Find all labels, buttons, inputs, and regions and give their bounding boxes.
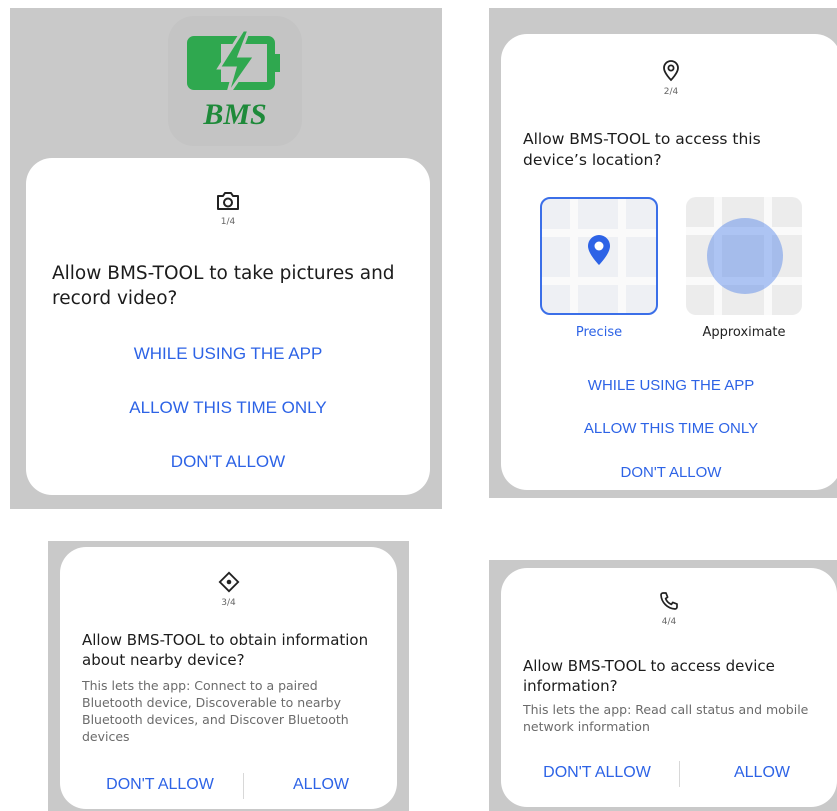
while-using-app-button[interactable]: WHILE USING THE APP [501, 377, 837, 394]
step-indicator: 2/4 [663, 87, 679, 97]
precise-label: Precise [575, 325, 623, 340]
dialog-header: 3/4 [60, 571, 397, 608]
app-logo-text: BMS [203, 98, 267, 131]
approximate-location-option[interactable] [686, 197, 802, 315]
allow-this-time-only-button[interactable]: ALLOW THIS TIME ONLY [501, 420, 837, 437]
screenshot-camera-permission: BMS 1/4 Allow BMS-TOOL to take pictures … [10, 8, 442, 509]
dialog-title: Allow BMS-TOOL to access this device’s l… [523, 130, 761, 169]
battery-bolt-icon [187, 28, 280, 97]
dont-allow-button[interactable]: DON'T ALLOW [26, 452, 430, 472]
while-using-app-button[interactable]: WHILE USING THE APP [26, 344, 430, 364]
permission-dialog-device-info: 4/4 Allow BMS-TOOL to access device info… [501, 568, 837, 807]
app-logo: BMS [168, 16, 302, 146]
dialog-title: Allow BMS-TOOL to access device informat… [523, 657, 775, 696]
dialog-header: 2/4 [501, 60, 837, 97]
permission-dialog-location: 2/4 Allow BMS-TOOL to access this device… [501, 34, 837, 490]
dont-allow-button[interactable]: DON'T ALLOW [517, 764, 677, 782]
allow-this-time-only-button[interactable]: ALLOW THIS TIME ONLY [26, 398, 430, 418]
permission-dialog-camera: 1/4 Allow BMS-TOOL to take pictures and … [26, 158, 430, 495]
dialog-header: 4/4 [501, 590, 837, 627]
dont-allow-button[interactable]: DON'T ALLOW [80, 776, 240, 794]
camera-icon [217, 192, 239, 210]
allow-button[interactable]: ALLOW [246, 776, 396, 794]
location-marker-icon [588, 235, 610, 265]
precise-location-option[interactable] [540, 197, 658, 315]
nearby-device-icon [218, 571, 239, 593]
allow-button[interactable]: ALLOW [687, 764, 837, 782]
dialog-header: 1/4 [26, 190, 430, 227]
button-divider [679, 761, 680, 787]
approximate-area-circle [707, 218, 783, 294]
step-indicator: 1/4 [220, 217, 236, 227]
location-pin-icon [663, 60, 679, 82]
step-indicator: 3/4 [221, 598, 236, 608]
dialog-description: This lets the app: Connect to a paired B… [82, 678, 349, 744]
screenshot-device-info-permission: 4/4 Allow BMS-TOOL to access device info… [489, 560, 837, 811]
button-divider [243, 773, 244, 799]
dialog-title: Allow BMS-TOOL to take pictures and reco… [52, 263, 395, 309]
dialog-description: This lets the app: Read call status and … [523, 702, 809, 734]
dont-allow-button[interactable]: DON'T ALLOW [501, 464, 837, 481]
phone-icon [660, 592, 678, 610]
permission-dialog-nearby-devices: 3/4 Allow BMS-TOOL to obtain information… [60, 547, 397, 809]
approximate-label: Approximate [702, 325, 786, 340]
dialog-title: Allow BMS-TOOL to obtain information abo… [82, 631, 369, 670]
screenshot-location-permission: 2/4 Allow BMS-TOOL to access this device… [489, 8, 837, 498]
screenshot-nearby-device-permission: 3/4 Allow BMS-TOOL to obtain information… [48, 541, 409, 811]
step-indicator: 4/4 [661, 617, 677, 627]
